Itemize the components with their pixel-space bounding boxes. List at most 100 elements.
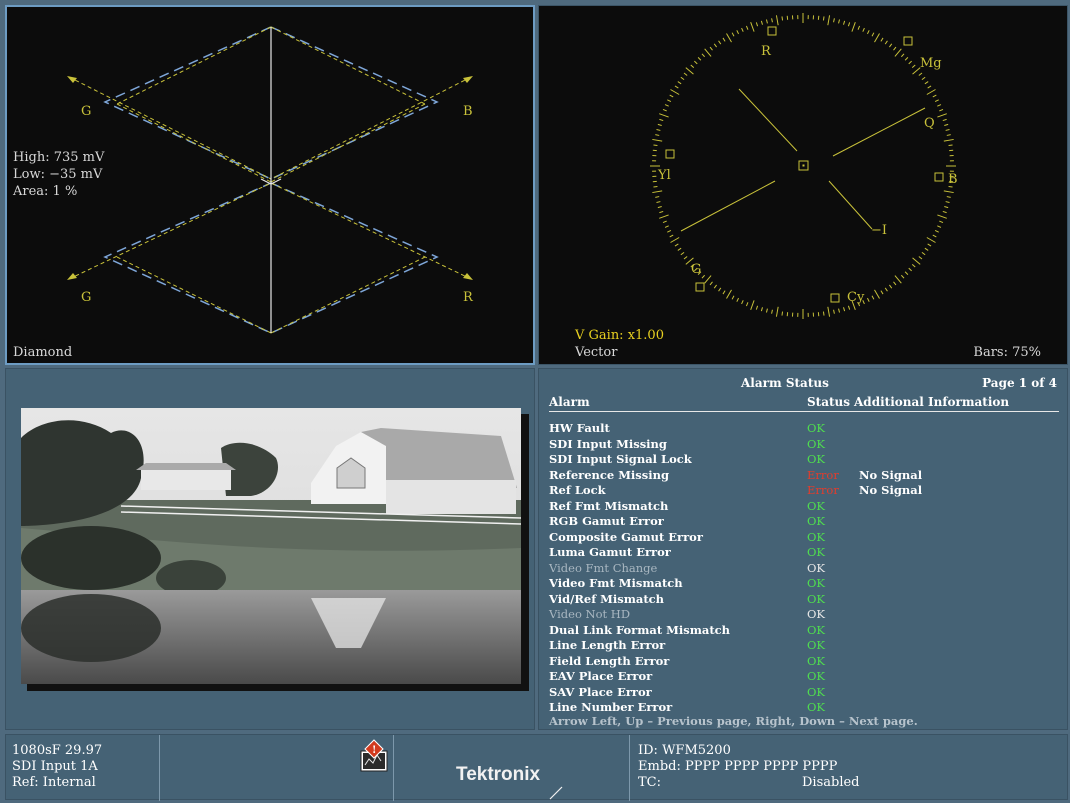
- signal-info: 1080sF 29.97 SDI Input 1A Ref: Internal: [6, 735, 160, 801]
- graticule-tick: [838, 308, 841, 313]
- alarm-row[interactable]: SDI Input Missing OK: [549, 437, 1059, 453]
- graticule-tick: [690, 64, 695, 69]
- graticule-tick: [662, 108, 667, 112]
- graticule-tick: [944, 123, 949, 126]
- alarm-status: OK: [807, 452, 826, 466]
- graticule-tick: [937, 113, 947, 118]
- alarm-status: OK: [807, 545, 826, 559]
- graticule-tick: [655, 196, 660, 198]
- graticule-tick: [709, 46, 713, 51]
- graticule-tick: [827, 306, 831, 317]
- graticule-tick: [709, 281, 713, 286]
- graticule-tick: [822, 311, 825, 316]
- alarm-row[interactable]: Reference Missing Error No Signal: [549, 468, 1059, 484]
- alarm-row[interactable]: RGB Gamut Error OK: [549, 514, 1059, 530]
- alarm-row[interactable]: SDI Input Signal Lock OK: [549, 452, 1059, 468]
- graticule-tick: [745, 25, 749, 30]
- graticule-tick: [921, 76, 926, 81]
- alarm-name: Video Fmt Change: [549, 560, 658, 575]
- alarm-row[interactable]: Ref Fmt Mismatch OK: [549, 499, 1059, 515]
- alarm-status: OK: [807, 653, 826, 668]
- graticule-tick: [904, 57, 909, 61]
- graticule-tick: [653, 144, 658, 147]
- graticule-tick: [847, 22, 851, 27]
- graticule-tick: [657, 123, 662, 126]
- graticule-tick: [760, 307, 763, 312]
- high-readout: High: 735 mV: [13, 150, 105, 165]
- alarm-name: EAV Place Error: [549, 669, 653, 683]
- graticule-tick: [655, 134, 660, 136]
- vector-display[interactable]: R Mg Q Yl B −I G Cy V Gain: x1.00 Vector…: [538, 5, 1068, 365]
- alarm-status: OK: [807, 576, 826, 590]
- alarm-status: OK: [807, 622, 826, 637]
- graticule-tick: [718, 40, 722, 45]
- graticule-tick: [659, 210, 664, 214]
- graticule-tick: [843, 307, 846, 312]
- alarm-row[interactable]: Video Not HD OK: [549, 607, 1059, 623]
- graticule-tick: [926, 237, 936, 243]
- tektronix-logo: Tektronix: [456, 764, 541, 785]
- alarm-name: RGB Gamut Error: [549, 514, 664, 528]
- alarm-name: Composite Gamut Error: [549, 529, 703, 544]
- alarm-row[interactable]: Composite Gamut Error OK: [549, 530, 1059, 546]
- alarm-name: Reference Missing: [549, 467, 670, 482]
- warning-alarm-icon[interactable]: !: [360, 739, 388, 773]
- alarm-row[interactable]: Video Fmt Mismatch OK: [549, 576, 1059, 592]
- graticule-tick: [900, 53, 905, 58]
- graticule-tick: [755, 22, 759, 27]
- low-readout: Low: −35 mV: [13, 167, 103, 182]
- vector-gain-readout: V Gain: x1.00: [575, 328, 664, 343]
- graticule-tick: [948, 144, 953, 147]
- alarm-row[interactable]: Luma Gamut Error OK: [549, 545, 1059, 561]
- alarm-status: OK: [807, 436, 826, 451]
- alarm-list: HW Fault OK SDI Input Missing OK SDI Input…: [549, 421, 1059, 716]
- graticule-tick: [880, 290, 884, 295]
- diamond-readout: High: 735 mV Low: −35 mV Area: 1 %: [13, 149, 104, 200]
- graticule-tick: [937, 225, 942, 228]
- alarm-row[interactable]: EAV Place Error OK: [549, 669, 1059, 685]
- area-readout: Area: 1 %: [13, 184, 78, 199]
- graticule-tick: [900, 274, 905, 279]
- graticule-tick: [669, 234, 674, 238]
- alarm-name: Vid/Ref Mismatch: [549, 591, 665, 606]
- alarm-row[interactable]: Line Length Error OK: [549, 638, 1059, 654]
- svg-text:!: !: [372, 745, 376, 756]
- alarm-row[interactable]: Field Length Error OK: [549, 654, 1059, 670]
- column-header-alarm: Alarm: [549, 395, 590, 409]
- diamond-label-g-top: G: [81, 104, 91, 119]
- bars-readout: Bars: 75%: [973, 345, 1041, 360]
- graticule-tick: [908, 267, 912, 272]
- alarm-name: HW Fault: [549, 421, 610, 435]
- graticule-tick: [701, 53, 706, 58]
- alarm-name: Ref Fmt Mismatch: [549, 498, 669, 513]
- graticule-tick: [921, 251, 926, 256]
- diamond-display[interactable]: G B G R High: 735 mV Low: −35 mV Area: 1…: [5, 5, 535, 365]
- alarm-name: SAV Place Error: [549, 684, 652, 699]
- alarm-row[interactable]: Vid/Ref Mismatch OK: [549, 592, 1059, 608]
- alarm-status: Error: [807, 483, 839, 497]
- graticule-tick: [722, 290, 726, 295]
- graticule-tick: [944, 206, 949, 209]
- graticule-tick: [765, 19, 768, 24]
- alarm-row[interactable]: HW Fault OK: [549, 421, 1059, 437]
- alarm-status: OK: [807, 514, 826, 528]
- alarm-status: OK: [807, 591, 826, 606]
- alarm-row[interactable]: Video Fmt Change OK: [549, 561, 1059, 577]
- picture-display[interactable]: [5, 368, 535, 730]
- vector-target-minus-i: −I: [871, 223, 887, 238]
- reference-source: Ref: Internal: [12, 775, 96, 790]
- graticule-tick: [847, 305, 851, 310]
- alarm-row[interactable]: Ref Lock Error No Signal: [549, 483, 1059, 499]
- alarm-status-panel[interactable]: Alarm Status Page 1 of 4 Alarm Status Ad…: [538, 368, 1068, 730]
- graticule-tick: [942, 118, 947, 122]
- graticule-tick: [667, 99, 672, 103]
- graticule-tick: [833, 18, 835, 23]
- alarm-info: No Signal: [859, 467, 923, 482]
- alarm-row[interactable]: SAV Place Error OK: [549, 685, 1059, 701]
- graticule-tick: [656, 128, 661, 131]
- graticule-tick: [662, 220, 667, 224]
- brand-cell: Tektronix: [394, 735, 630, 801]
- vector-target-b: B: [948, 172, 958, 187]
- vector-target-g: G: [691, 262, 701, 277]
- alarm-row[interactable]: Dual Link Format Mismatch OK: [549, 623, 1059, 639]
